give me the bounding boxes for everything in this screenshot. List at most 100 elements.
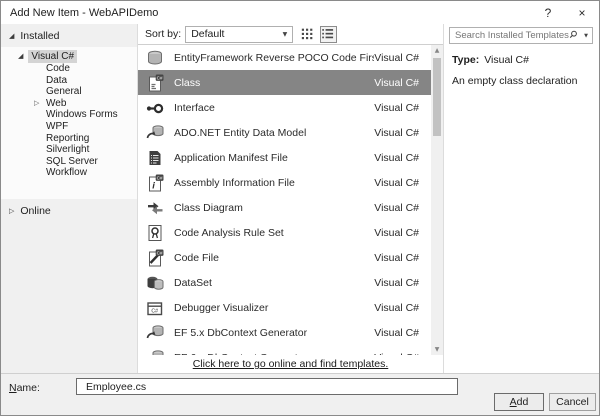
template-list-item[interactable]: EF 6.x DbContext GeneratorVisual C# <box>138 345 431 355</box>
scroll-up-button[interactable]: ▲ <box>435 45 440 56</box>
template-list-item[interactable]: C#Debugger VisualizerVisual C# <box>138 295 431 320</box>
dataset-icon <box>146 274 166 292</box>
template-language: Visual C# <box>374 252 431 264</box>
list-view-button[interactable] <box>320 26 337 43</box>
sidebar-item-data[interactable]: Data <box>1 75 137 87</box>
sidebar-item-general[interactable]: General <box>1 86 137 98</box>
small-buttons-view-icon[interactable] <box>300 26 317 43</box>
template-language: Visual C# <box>374 327 431 339</box>
template-list-item[interactable]: Application Manifest FileVisual C# <box>138 145 431 170</box>
template-name: Class Diagram <box>174 202 374 214</box>
template-list-item[interactable]: Class DiagramVisual C# <box>138 195 431 220</box>
interface-icon <box>146 99 166 117</box>
dialog-body: ◢ Installed ◢ Visual C# CodeDataGeneral▷… <box>1 24 599 373</box>
class-diagram-icon <box>146 199 166 217</box>
add-new-item-dialog: Add New Item - WebAPIDemo ? × ◢ Installe… <box>0 0 600 416</box>
online-link-row: Click here to go online and find templat… <box>138 355 443 373</box>
template-language: Visual C# <box>374 302 431 314</box>
svg-text:C#: C# <box>151 308 158 314</box>
list-view-icon <box>321 27 336 42</box>
sidebar-item-label: WPF <box>46 121 68 133</box>
template-language: Visual C# <box>374 277 431 289</box>
sidebar-item-wpf[interactable]: WPF <box>1 121 137 133</box>
visual-csharp-label: Visual C# <box>28 50 77 63</box>
template-list-item[interactable]: C# Code FileVisual C# <box>138 245 431 270</box>
close-button[interactable]: × <box>565 6 599 20</box>
template-list-item[interactable]: iC#Assembly Information FileVisual C# <box>138 170 431 195</box>
expander-expanded-icon: ◢ <box>18 50 23 63</box>
sort-dropdown-value: Default <box>191 28 224 40</box>
sidebar-item-reporting[interactable]: Reporting <box>1 133 137 145</box>
sidebar-item-windows-forms[interactable]: Windows Forms <box>1 109 137 121</box>
sidebar-item-sql-server[interactable]: SQL Server <box>1 156 137 168</box>
sidebar-item-label: Windows Forms <box>46 109 118 121</box>
sidebar-item-web[interactable]: ▷Web <box>1 98 137 110</box>
help-icon: ? <box>545 6 552 20</box>
online-label: Online <box>20 205 50 217</box>
installed-label: Installed <box>20 30 59 42</box>
category-sidebar: ◢ Installed ◢ Visual C# CodeDataGeneral▷… <box>1 24 137 373</box>
help-button[interactable]: ? <box>531 6 565 20</box>
visual-csharp-children: CodeDataGeneral▷WebWindows FormsWPFRepor… <box>1 63 137 179</box>
go-online-link[interactable]: Click here to go online and find templat… <box>193 358 389 370</box>
type-value: Visual C# <box>484 54 529 66</box>
svg-text:i: i <box>152 180 155 191</box>
template-list-item[interactable]: Code Analysis Rule SetVisual C# <box>138 220 431 245</box>
name-input[interactable] <box>76 378 458 395</box>
template-name: ADO.NET Entity Data Model <box>174 127 374 139</box>
sidebar-item-silverlight[interactable]: Silverlight <box>1 144 137 156</box>
template-name: DataSet <box>174 277 374 289</box>
sidebar-item-visual-csharp[interactable]: ◢ Visual C# <box>1 50 137 63</box>
sidebar-item-label: Workflow <box>46 167 87 179</box>
sidebar-group-installed[interactable]: ◢ Installed <box>1 24 137 47</box>
list-toolbar: Sort by: Default ▼ <box>138 24 443 45</box>
ef-generator-icon <box>146 324 166 342</box>
template-description: An empty class declaration <box>452 75 591 87</box>
sidebar-item-label: Data <box>46 75 67 87</box>
scroll-down-button[interactable]: ▼ <box>435 344 440 355</box>
template-name: EF 5.x DbContext Generator <box>174 327 374 339</box>
footer-buttons: Add Cancel <box>494 393 596 411</box>
expander-collapsed-icon: ▷ <box>9 207 14 215</box>
code-file-icon: C# <box>146 249 166 267</box>
template-name: Code File <box>174 252 374 264</box>
sidebar-item-code[interactable]: Code <box>1 63 137 75</box>
cancel-button[interactable]: Cancel <box>549 393 596 411</box>
sidebar-item-workflow[interactable]: Workflow <box>1 167 137 179</box>
chevron-right-icon[interactable]: ▷ <box>34 98 46 110</box>
template-details: Type:Visual C# An empty class declaratio… <box>449 44 593 87</box>
debugger-visualizer-icon: C# <box>146 299 166 317</box>
installed-subtree: ◢ Visual C# CodeDataGeneral▷WebWindows F… <box>1 47 137 199</box>
sidebar-group-online[interactable]: ▷ Online <box>1 199 137 222</box>
template-language: Visual C# <box>374 227 431 239</box>
title-bar: Add New Item - WebAPIDemo ? × <box>1 1 599 24</box>
search-input[interactable]: Search Installed Templates (Ctrl+E) ▼ <box>449 27 593 44</box>
scrollbar-track[interactable] <box>431 56 443 344</box>
window-title: Add New Item - WebAPIDemo <box>10 7 531 19</box>
scrollbar-thumb[interactable] <box>433 58 441 136</box>
template-list-column: Sort by: Default ▼ EntityFramework Rever… <box>137 24 443 373</box>
template-name: Interface <box>174 102 374 114</box>
template-list-item[interactable]: ADO.NET Entity Data ModelVisual C# <box>138 120 431 145</box>
vertical-scrollbar[interactable]: ▲ ▼ <box>431 45 443 355</box>
add-button[interactable]: Add <box>494 393 544 411</box>
template-language: Visual C# <box>374 52 431 64</box>
template-language: Visual C# <box>374 102 431 114</box>
svg-text:C#: C# <box>157 75 163 80</box>
sidebar-item-label: Silverlight <box>46 144 89 156</box>
template-list-item[interactable]: InterfaceVisual C# <box>138 95 431 120</box>
template-list-item[interactable]: EntityFramework Reverse POCO Code First … <box>138 45 431 70</box>
template-list-item[interactable]: EF 5.x DbContext GeneratorVisual C# <box>138 320 431 345</box>
template-name: Class <box>174 77 374 89</box>
sort-by-label: Sort by: <box>145 28 181 40</box>
template-language: Visual C# <box>374 127 431 139</box>
template-name: EntityFramework Reverse POCO Code First … <box>174 52 374 64</box>
view-mode-buttons <box>300 26 337 43</box>
sidebar-item-label: Code <box>46 63 70 75</box>
small-icons-view-icon <box>301 27 316 42</box>
template-list-item[interactable]: DataSetVisual C# <box>138 270 431 295</box>
sort-dropdown[interactable]: Default ▼ <box>185 26 293 43</box>
list-viewport: EntityFramework Reverse POCO Code First … <box>138 45 443 355</box>
search-button[interactable]: ▼ <box>569 30 588 42</box>
template-list-item[interactable]: C#ClassVisual C# <box>138 70 431 95</box>
